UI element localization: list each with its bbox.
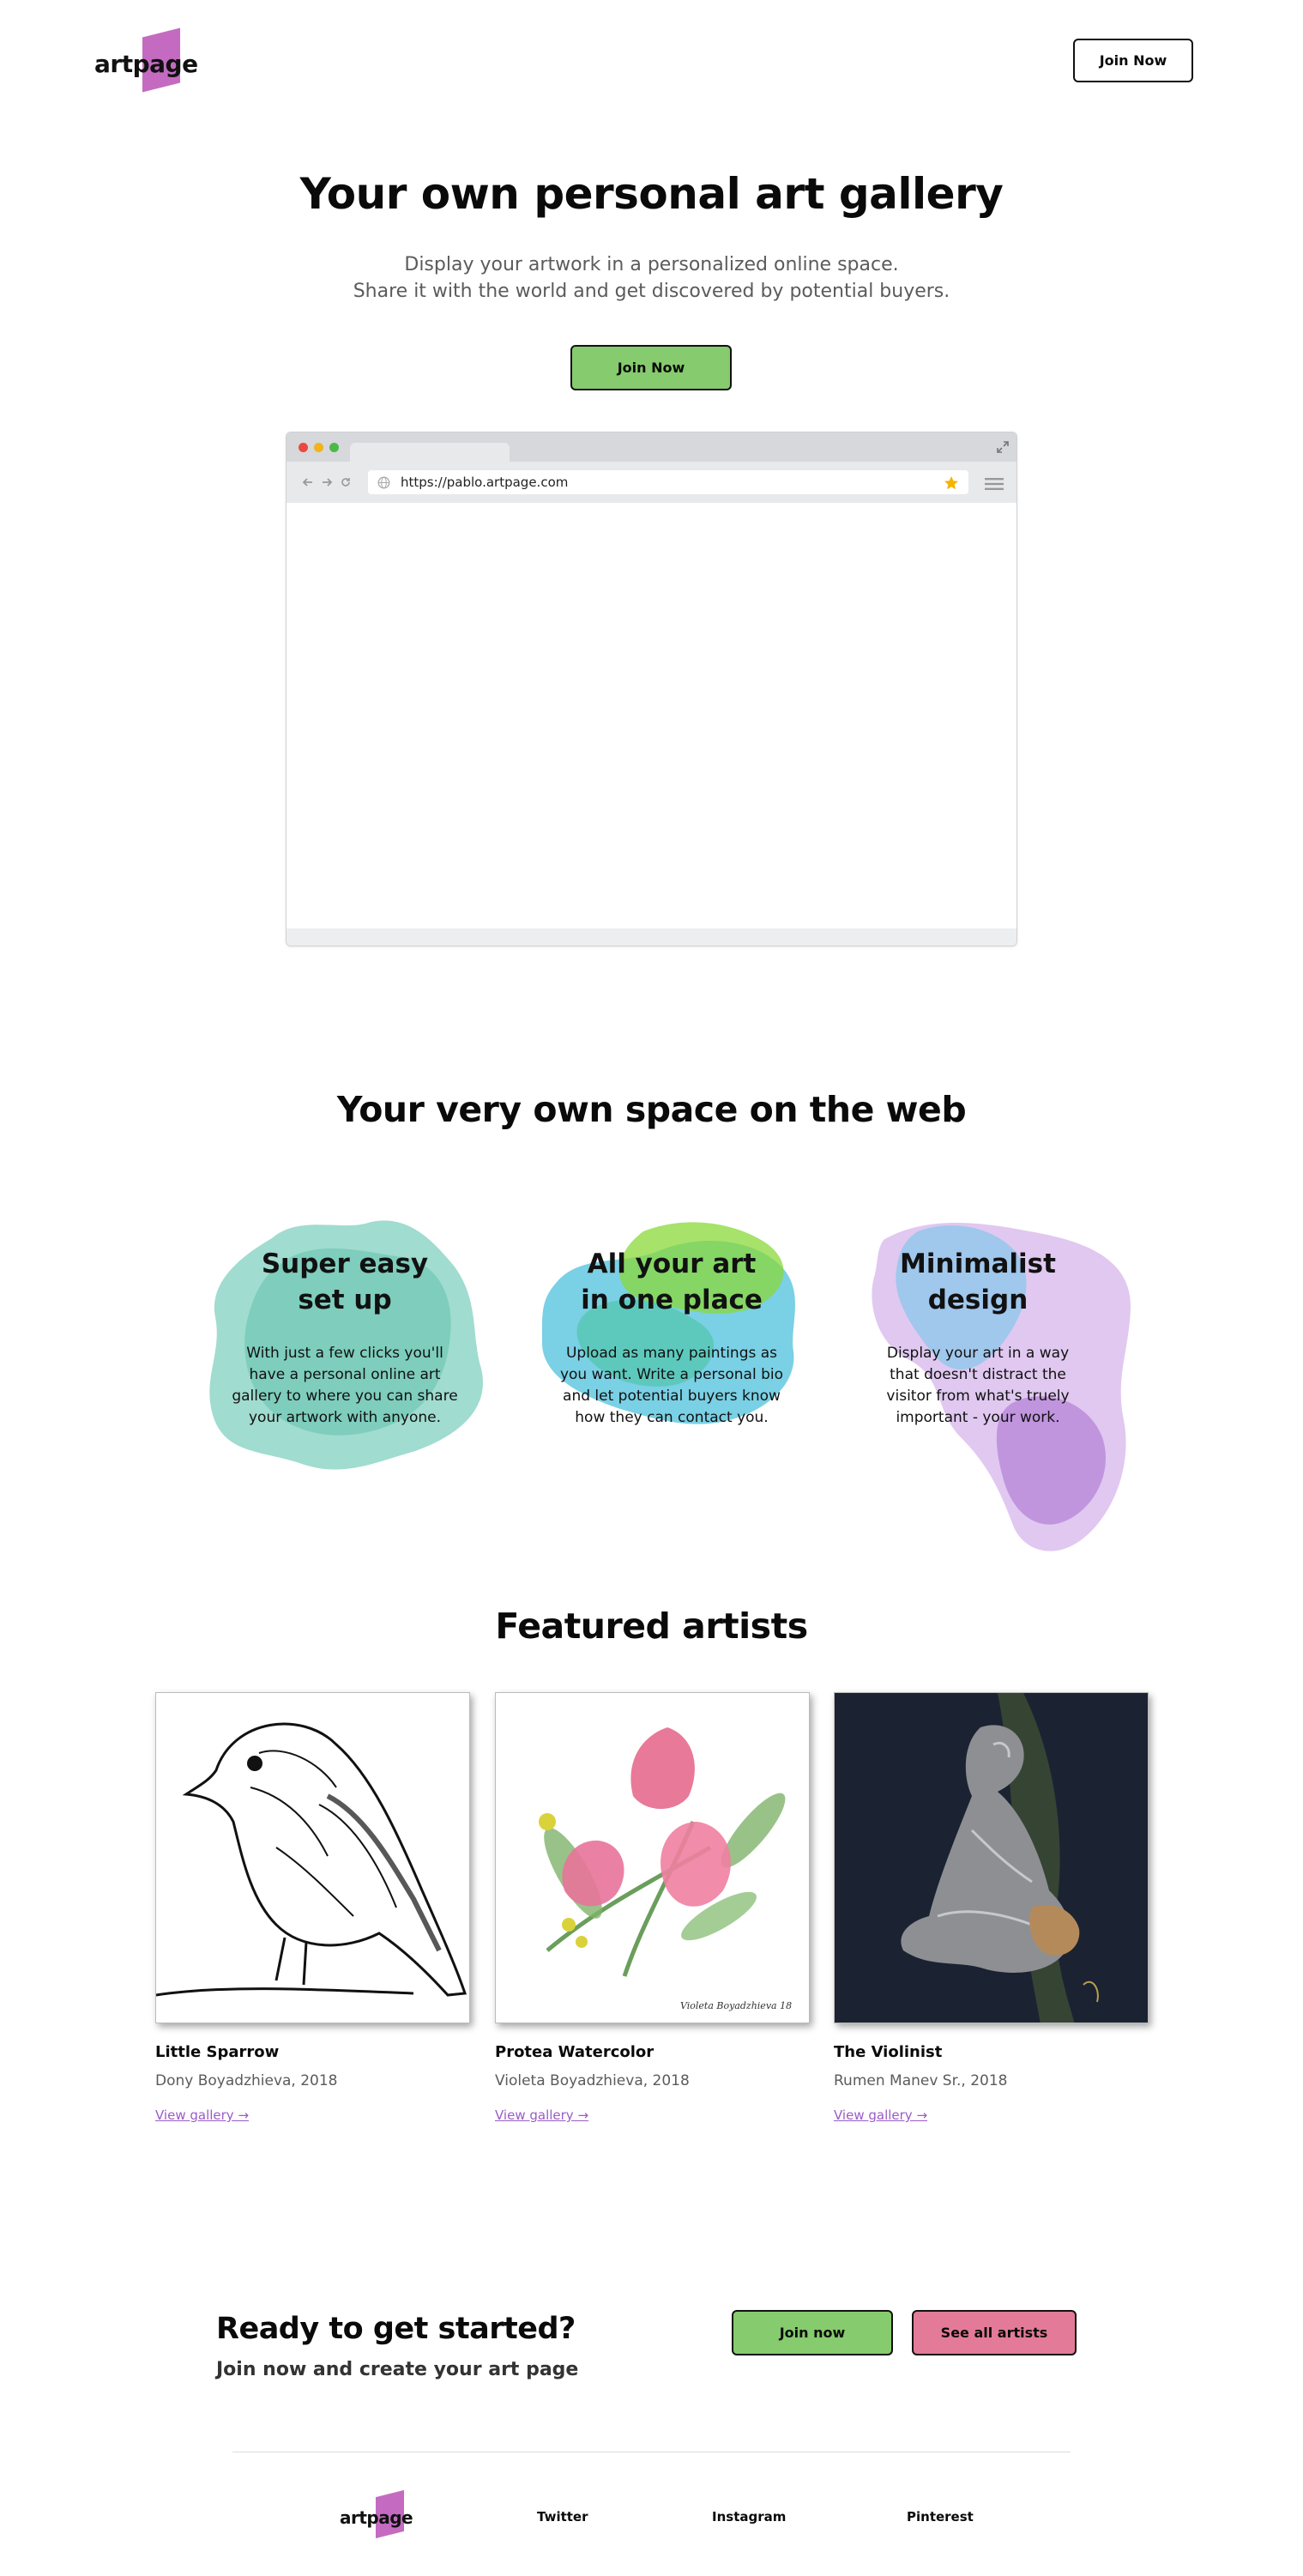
feature-title-line2: in one place <box>581 1285 763 1315</box>
feature-title-line1: All your art <box>587 1249 757 1279</box>
hero-join-button[interactable]: Join Now <box>570 345 732 390</box>
bird-sketch-illustration <box>156 1722 468 1997</box>
hero-subtitle-line1: Display your artwork in a personalized o… <box>404 254 899 275</box>
see-all-artists-button[interactable]: See all artists <box>912 2310 1077 2355</box>
browser-mockup: https://pablo.artpage.com <box>286 432 1017 946</box>
artwork-byline: Dony Boyadzhieva, 2018 <box>155 2072 338 2089</box>
feature-text-minimalist: Display your art in a way that doesn't d… <box>886 1345 1070 1426</box>
footer-logo[interactable]: artpage <box>340 2488 417 2540</box>
feature-card-one-place: All your art in one place Upload as many… <box>523 1206 820 1485</box>
artwork-image-little-sparrow[interactable] <box>155 1692 470 2023</box>
window-maximize-dot <box>329 443 339 452</box>
footer-link-instagram[interactable]: Instagram <box>712 2509 786 2525</box>
footer-link-pinterest[interactable]: Pinterest <box>907 2509 974 2525</box>
feature-text-one-place: Upload as many paintings as you want. Wr… <box>559 1345 784 1426</box>
reload-icon <box>341 478 350 487</box>
feature-title-one-place: All your art in one place <box>523 1246 820 1318</box>
feature-title-minimalist: Minimalist design <box>858 1246 1098 1318</box>
view-gallery-link[interactable]: View gallery → <box>155 2107 249 2123</box>
feature-title-easy-setup: Super easy set up <box>196 1246 493 1318</box>
cta-join-button[interactable]: Join now <box>732 2310 893 2355</box>
featured-heading: Featured artists <box>495 1605 808 1647</box>
artwork-image-protea-watercolor[interactable]: Violeta Boyadzhieva 18 <box>495 1692 810 2023</box>
menu-icon <box>985 478 1004 490</box>
artwork-image-the-violinist[interactable] <box>834 1692 1149 2023</box>
star-icon <box>944 476 958 490</box>
artwork-byline: Violeta Boyadzhieva, 2018 <box>495 2072 690 2089</box>
cta-subtitle: Join now and create your art page <box>216 2359 579 2380</box>
footer-link-twitter[interactable]: Twitter <box>537 2509 588 2525</box>
feature-title-line2: set up <box>298 1285 392 1315</box>
artwork-title: Little Sparrow <box>155 2043 280 2061</box>
artwork-title: The Violinist <box>834 2043 943 2061</box>
header-logo[interactable]: artpage <box>94 26 198 94</box>
forward-arrow-icon <box>323 478 333 487</box>
header-join-button[interactable]: Join Now <box>1073 39 1193 82</box>
feature-card-easy-setup: Super easy set up With just a few clicks… <box>196 1206 493 1485</box>
feature-card-minimalist: Minimalist design Display your art in a … <box>858 1206 1141 1566</box>
window-minimize-dot <box>314 443 323 452</box>
browser-statusbar <box>287 928 1016 946</box>
features-heading: Your very own space on the web <box>336 1089 967 1130</box>
artwork-byline: Rumen Manev Sr., 2018 <box>834 2072 1008 2089</box>
expand-icon <box>997 441 1009 453</box>
logo-text: artpage <box>340 2507 413 2528</box>
view-gallery-link[interactable]: View gallery → <box>834 2107 927 2123</box>
hero-subtitle-line2: Share it with the world and get discover… <box>353 281 950 302</box>
feature-text-easy-setup: With just a few clicks you'll have a per… <box>232 1345 458 1426</box>
globe-icon <box>377 476 390 489</box>
hero-subtitle: Display your artwork in a personalized o… <box>0 251 1303 305</box>
feature-title-line2: design <box>927 1285 1029 1315</box>
view-gallery-link[interactable]: View gallery → <box>495 2107 588 2123</box>
artwork-signature: Violeta Boyadzhieva 18 <box>680 2000 793 2011</box>
back-arrow-icon <box>302 478 312 487</box>
artwork-title: Protea Watercolor <box>495 2043 655 2061</box>
feature-title-line1: Minimalist <box>900 1249 1056 1279</box>
violinist-painting-illustration <box>835 1693 1148 2023</box>
cta-title: Ready to get started? <box>216 2312 576 2346</box>
feature-title-line1: Super easy <box>261 1249 429 1279</box>
hero-title: Your own personal art gallery <box>299 169 1004 219</box>
protea-watercolor-illustration <box>539 1727 786 1977</box>
logo-text: artpage <box>94 50 198 78</box>
address-bar: https://pablo.artpage.com <box>368 470 968 494</box>
browser-tab <box>350 443 510 463</box>
window-close-dot <box>299 443 308 452</box>
